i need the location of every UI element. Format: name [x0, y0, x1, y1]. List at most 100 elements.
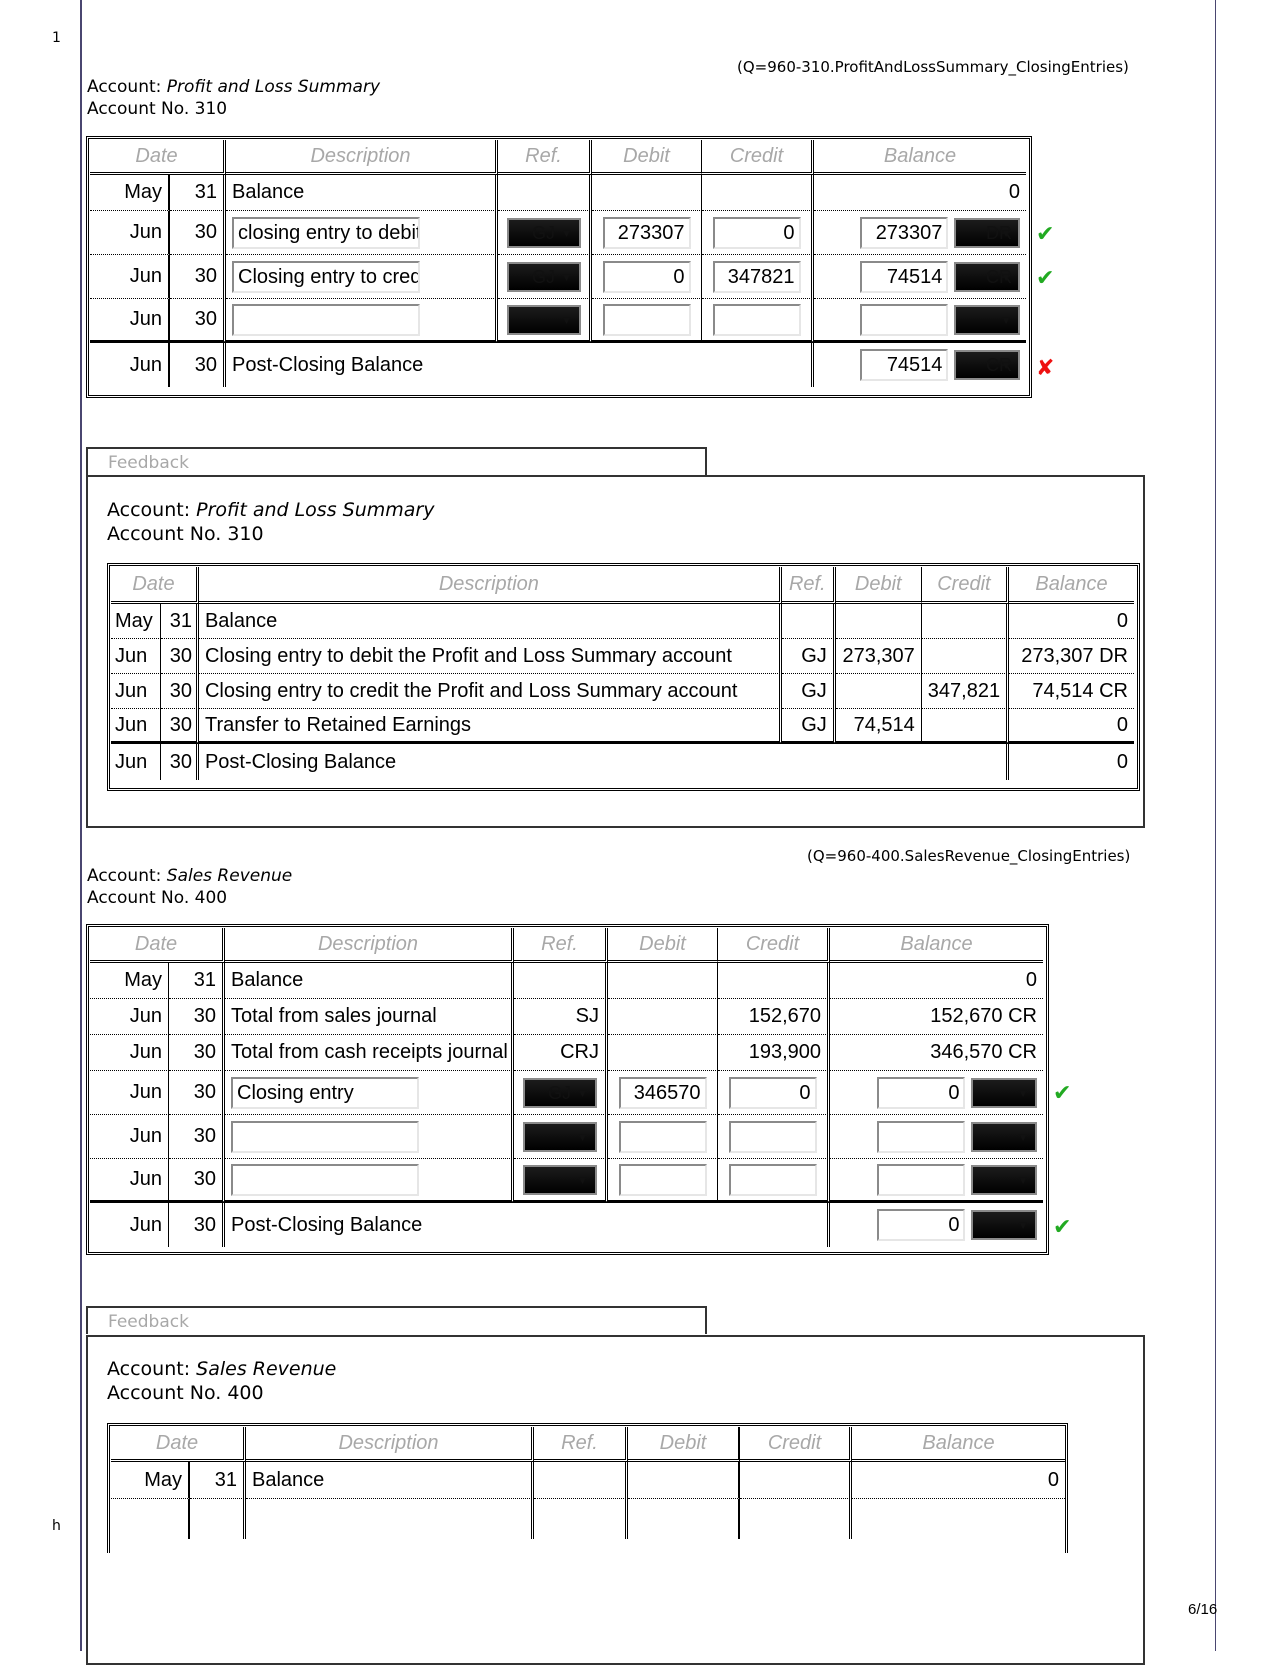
balance: 152,670 CR	[830, 999, 1043, 1035]
balance-input[interactable]	[877, 1120, 966, 1153]
credit-input[interactable]	[712, 303, 801, 336]
ref-select[interactable]: GJ ▼	[522, 1077, 597, 1108]
description-input[interactable]: Closing entry	[231, 1076, 419, 1109]
date-day: 30	[169, 1115, 225, 1159]
ref-select[interactable]: GJ ▼	[506, 217, 581, 248]
description: Total from sales journal	[225, 999, 514, 1035]
credit-input[interactable]: 0	[712, 216, 801, 249]
debit-input[interactable]: 346570	[618, 1076, 707, 1109]
debit: 273,307	[835, 639, 922, 674]
debit-input[interactable]	[618, 1163, 707, 1196]
ref: CRJ	[514, 1035, 608, 1071]
sr-ledger-table: Date Description Ref. Debit Credit Balan…	[90, 928, 1043, 1247]
balance: 0	[814, 175, 1026, 211]
header-credit: Credit	[718, 928, 830, 963]
feedback-tab[interactable]: Feedback	[86, 1306, 707, 1334]
account-name: Profit and Loss Summary	[196, 499, 435, 521]
sr-feedback-table: Date Description Ref. Debit Credit Balan…	[111, 1427, 1065, 1539]
date-month: May	[90, 963, 169, 999]
feedback-tab[interactable]: Feedback	[86, 447, 707, 475]
balance-input[interactable]: 273307	[860, 216, 949, 249]
date-day: 31	[190, 1462, 246, 1499]
description: Total from cash receipts journal	[225, 1035, 514, 1071]
date-month: Jun	[90, 1035, 169, 1071]
page-number: 6/16	[1188, 1601, 1218, 1618]
header-ref: Ref.	[514, 928, 608, 963]
dr-cr-select[interactable]: ▼	[971, 1164, 1037, 1195]
ref: GJ	[781, 639, 836, 674]
ref-select[interactable]: ▼	[506, 304, 581, 335]
date-day: 30	[169, 999, 225, 1035]
ref-select[interactable]: GJ ▼	[506, 261, 581, 292]
description: Closing entry to debit the Profit and Lo…	[198, 639, 782, 674]
ref: SJ	[514, 999, 608, 1035]
description-input[interactable]: closing entry to debit	[232, 216, 420, 249]
header-balance: Balance	[830, 928, 1043, 963]
dr-cr-select[interactable]: CR ▼	[954, 350, 1020, 380]
debit-input[interactable]	[602, 303, 691, 336]
header-date: Date	[90, 140, 226, 175]
balance-input[interactable]: 74514	[860, 349, 949, 381]
dr-cr-select[interactable]: DR ▼	[954, 217, 1020, 248]
table-row: Jun 30 Closing entry to debit the Profit…	[111, 639, 1134, 674]
date-day: 30	[170, 255, 226, 299]
description: Post-Closing Balance	[199, 744, 1010, 780]
credit-input[interactable]	[728, 1163, 817, 1196]
date-month: Jun	[90, 1071, 169, 1115]
ref-select[interactable]: ▼	[522, 1121, 597, 1152]
balance-input[interactable]: 0	[877, 1076, 966, 1109]
account-number: Account No. 400	[87, 888, 228, 908]
page-left-border	[80, 0, 82, 1651]
balance: 0	[1009, 604, 1134, 639]
account-label: Account:	[87, 866, 167, 886]
account-name: Profit and Loss Summary	[166, 77, 381, 97]
debit-input[interactable]	[618, 1120, 707, 1153]
date-month: Jun	[90, 1203, 169, 1247]
balance-input[interactable]: 0	[877, 1209, 966, 1241]
table-row-entry: Jun 30 ▼ ▼	[90, 1115, 1043, 1159]
account-number: Account No. 310	[87, 99, 228, 119]
account-name: Sales Revenue	[196, 1358, 337, 1380]
balance-input[interactable]	[860, 303, 949, 336]
debit-input[interactable]: 273307	[602, 216, 691, 249]
account-name: Sales Revenue	[166, 866, 293, 886]
dr-cr-select[interactable]: ▼	[971, 1210, 1037, 1240]
date-day: 30	[170, 211, 226, 255]
credit-input[interactable]	[728, 1120, 817, 1153]
table-row-opening: May 31 Balance 0	[90, 963, 1043, 999]
ref-select[interactable]: ▼	[522, 1164, 597, 1195]
header-ref: Ref.	[498, 140, 592, 175]
date-day: 31	[170, 175, 226, 211]
description: Closing entry to credit the Profit and L…	[198, 674, 782, 709]
dr-cr-select[interactable]: CR ▼	[954, 261, 1020, 292]
date-month: Jun	[90, 999, 169, 1035]
ref: GJ	[781, 674, 836, 709]
debit	[835, 604, 922, 639]
check-icon: ✔	[1053, 1081, 1072, 1106]
date-day: 30	[169, 1035, 225, 1071]
balance-input[interactable]: 74514	[860, 260, 949, 293]
table-row-entry: Jun 30 ▼ ▼	[90, 299, 1026, 343]
dr-cr-select[interactable]: ▼	[971, 1077, 1037, 1108]
description-input[interactable]	[232, 303, 420, 336]
description-input[interactable]	[231, 1163, 419, 1196]
debit-input[interactable]: 0	[602, 260, 691, 293]
header-balance: Balance	[1009, 567, 1134, 604]
balance: 273,307 DR	[1009, 639, 1134, 674]
table-row: May 31 Balance 0	[111, 604, 1134, 639]
description-input[interactable]: Closing entry to credi	[232, 260, 420, 293]
credit-input[interactable]: 347821	[712, 260, 801, 293]
table-row: Jun 30 Transfer to Retained Earnings GJ …	[111, 709, 1134, 744]
balance-input[interactable]	[877, 1163, 966, 1196]
debit	[628, 1462, 740, 1499]
debit	[608, 1035, 718, 1071]
date-month: Jun	[111, 744, 161, 780]
credit	[921, 709, 1010, 744]
credit-input[interactable]: 0	[728, 1076, 817, 1109]
credit: 347,821	[921, 674, 1010, 709]
chevron-down-icon: ▼	[1017, 1218, 1029, 1232]
dr-cr-select[interactable]: ▼	[954, 304, 1020, 335]
date-day: 30	[169, 1159, 225, 1203]
description-input[interactable]	[231, 1120, 419, 1153]
dr-cr-select[interactable]: ▼	[971, 1121, 1037, 1152]
